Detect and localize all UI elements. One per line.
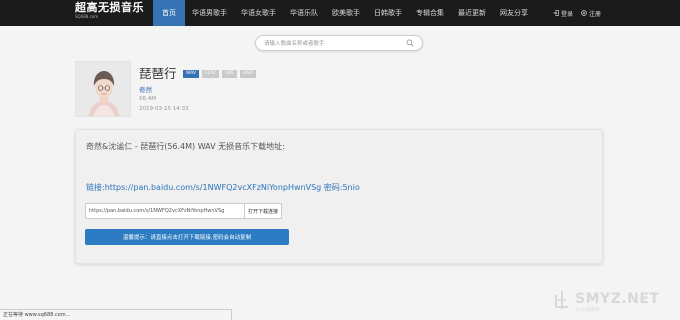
upload-date: 2019-03-15 14:33 bbox=[139, 106, 189, 112]
login-icon bbox=[553, 10, 559, 16]
watermark-subtext: 什么值得买 bbox=[575, 307, 601, 313]
register-icon bbox=[581, 10, 587, 16]
watermark-logo-icon bbox=[555, 291, 568, 309]
download-link[interactable]: 链接:https://pan.baidu.com/s/1NWFQ2vcXFzNi… bbox=[86, 182, 360, 193]
nav-item-recent[interactable]: 最近更新 bbox=[451, 0, 493, 26]
watermark: SMYZ.NET 什么值得买 bbox=[553, 290, 668, 313]
nav-item-western[interactable]: 欧美歌手 bbox=[325, 0, 367, 26]
register-label: 注册 bbox=[588, 10, 601, 18]
download-heading: 奇然&沈谧仁 - 琵琶行(56.4M) WAV 无损音乐下载地址: bbox=[86, 142, 285, 151]
nav-item-home[interactable]: 首页 bbox=[153, 0, 185, 26]
file-size: 56.4M bbox=[139, 96, 156, 102]
download-url-field[interactable] bbox=[85, 203, 245, 219]
album-cover bbox=[75, 61, 131, 117]
site-domain: SQ688.com bbox=[75, 14, 99, 19]
login-link[interactable]: 登录 bbox=[553, 9, 573, 18]
nav-item-chinese-band[interactable]: 华语乐队 bbox=[283, 0, 325, 26]
nav-item-chinese-female[interactable]: 华语女歌手 bbox=[234, 0, 283, 26]
register-link[interactable]: 注册 bbox=[581, 9, 601, 18]
login-label: 登录 bbox=[560, 10, 573, 18]
nav-item-albums[interactable]: 专辑合集 bbox=[409, 0, 451, 26]
badge-wav: WAV bbox=[183, 70, 200, 78]
top-nav-bar: 超高无损音乐 SQ688.com 首页 华语男歌手 华语女歌手 华语乐队 欧美歌… bbox=[0, 0, 680, 26]
browser-status-bar: 正在等待 www.sq688.com... bbox=[0, 309, 232, 320]
artist-portrait-image bbox=[76, 62, 130, 116]
search-input[interactable] bbox=[264, 38, 404, 49]
auth-links: 登录 注册 bbox=[553, 0, 601, 26]
badge-dsd: DSD bbox=[240, 70, 256, 78]
search-box bbox=[255, 35, 423, 51]
badge-flac: FLAC bbox=[202, 70, 220, 78]
song-title: 琵琶行 bbox=[139, 66, 177, 81]
nav-item-chinese-male[interactable]: 华语男歌手 bbox=[185, 0, 234, 26]
site-logo[interactable]: 超高无损音乐 SQ688.com bbox=[75, 1, 144, 20]
copy-link-row: 打开下载连接 bbox=[85, 203, 283, 219]
nav-item-jp-kr[interactable]: 日韩歌手 bbox=[367, 0, 409, 26]
site-name: 超高无损音乐 bbox=[75, 1, 144, 14]
main-nav: 首页 华语男歌手 华语女歌手 华语乐队 欧美歌手 日韩歌手 专辑合集 最近更新 … bbox=[153, 0, 535, 26]
nav-item-shared[interactable]: 网友分享 bbox=[493, 0, 535, 26]
format-badges: WAV FLAC APE DSD bbox=[183, 70, 256, 78]
search-icon[interactable] bbox=[406, 39, 414, 47]
artist-link[interactable]: 奇然 bbox=[139, 84, 152, 94]
watermark-text: SMYZ.NET bbox=[575, 291, 660, 307]
badge-ape: APE bbox=[222, 70, 238, 78]
download-panel: 奇然&沈谧仁 - 琵琶行(56.4M) WAV 无损音乐下载地址: 链接:htt… bbox=[75, 129, 603, 264]
open-download-button[interactable]: 打开下载连接 bbox=[245, 203, 283, 219]
download-tip-button[interactable]: 温馨提示：请直接点击打开下载链接,密码会自动复制 bbox=[85, 229, 289, 245]
